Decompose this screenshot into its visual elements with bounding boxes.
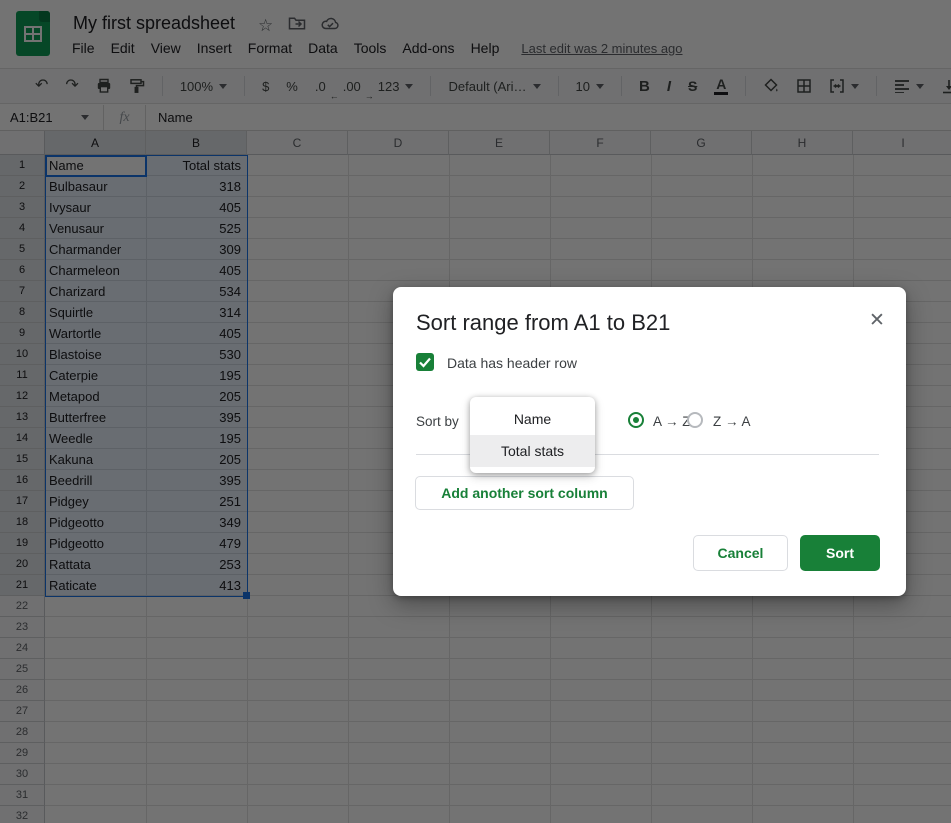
add-sort-column-button[interactable]: Add another sort column <box>415 476 634 510</box>
close-icon[interactable]: ✕ <box>864 308 890 334</box>
sort-column-dropdown: Name Total stats <box>470 397 595 473</box>
radio-descending-label: Z → A <box>713 414 751 429</box>
dropdown-option-name[interactable]: Name <box>470 403 595 435</box>
sort-range-dialog: Sort range from A1 to B21 ✕ Data has hea… <box>393 287 906 596</box>
sort-button[interactable]: Sort <box>800 535 880 571</box>
sort-by-label: Sort by <box>416 414 459 429</box>
radio-ascending-label: A → Z <box>653 414 691 429</box>
header-row-checkbox-label: Data has header row <box>447 355 577 371</box>
dropdown-option-total-stats[interactable]: Total stats <box>470 435 595 467</box>
cancel-button[interactable]: Cancel <box>693 535 788 571</box>
radio-ascending[interactable] <box>628 412 644 428</box>
dialog-title: Sort range from A1 to B21 <box>416 310 670 336</box>
radio-descending[interactable] <box>687 412 703 428</box>
header-row-checkbox[interactable] <box>416 353 434 371</box>
